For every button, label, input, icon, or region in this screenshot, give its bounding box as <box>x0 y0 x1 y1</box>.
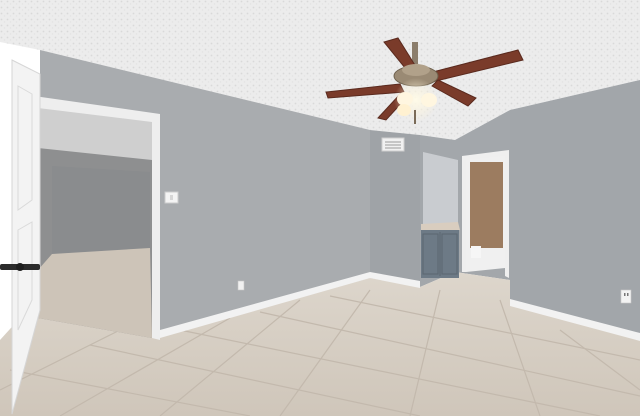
bathroom-brown-wall <box>470 162 503 248</box>
center-wall <box>370 130 420 287</box>
right-wall <box>510 80 640 340</box>
outlet-icon <box>620 289 632 304</box>
outlet-icon <box>237 280 245 291</box>
toilet <box>471 246 481 258</box>
hallway-far-wall <box>52 166 150 254</box>
door-handle-icon[interactable] <box>0 263 40 271</box>
light-switch-icon[interactable] <box>164 191 179 204</box>
room-scene <box>0 0 640 416</box>
air-vent-icon <box>381 137 405 152</box>
